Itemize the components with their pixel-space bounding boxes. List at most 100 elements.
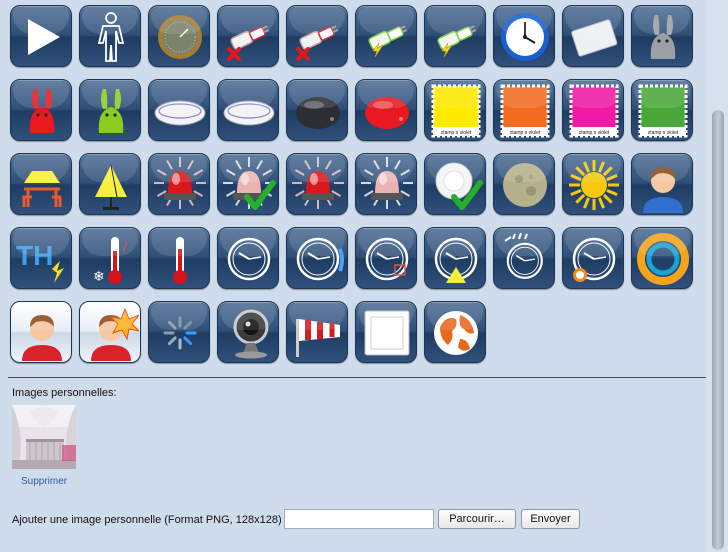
vertical-scrollbar[interactable] <box>706 0 728 552</box>
user-icon <box>643 167 683 213</box>
icon-tile[interactable] <box>148 153 210 215</box>
white-square-icon <box>364 310 410 356</box>
icon-tile[interactable] <box>148 79 210 141</box>
icon-tile[interactable] <box>286 301 348 363</box>
rabbit-green-icon <box>98 89 124 133</box>
windsock-icon <box>296 319 340 357</box>
icon-tile[interactable] <box>355 153 417 215</box>
icon-tile[interactable] <box>286 79 348 141</box>
timer-light-icon <box>434 237 478 283</box>
icon-tile[interactable] <box>424 301 486 363</box>
rabbit-grey-icon <box>650 15 676 59</box>
icon-tile[interactable] <box>286 227 348 289</box>
user-alert-icon <box>91 307 139 361</box>
icon-tile[interactable] <box>493 153 555 215</box>
stamp-yellow-icon: ztamp:s violet <box>431 84 481 138</box>
icon-tile[interactable]: ztamp:s violet <box>424 79 486 141</box>
icon-tile[interactable] <box>424 227 486 289</box>
pebble-black-icon <box>296 97 340 129</box>
icon-tile[interactable] <box>217 79 279 141</box>
icon-tile[interactable] <box>148 301 210 363</box>
thermometer-cold-icon: ❄ <box>93 237 127 285</box>
icon-tile[interactable] <box>631 5 693 67</box>
icon-tile[interactable] <box>355 5 417 67</box>
icon-tile[interactable] <box>79 153 141 215</box>
siren-light-icon <box>361 157 413 209</box>
icon-tile[interactable] <box>148 227 210 289</box>
icon-tile[interactable] <box>79 5 141 67</box>
ring-icon <box>637 233 689 285</box>
icon-tile[interactable]: ztamp:s violet <box>493 79 555 141</box>
play-icon <box>28 19 60 55</box>
wall-switch-icon <box>571 19 618 57</box>
icon-tile[interactable] <box>424 153 486 215</box>
timer-icon <box>227 237 271 281</box>
icon-tile[interactable] <box>562 5 624 67</box>
icon-tile[interactable] <box>631 227 693 289</box>
icon-picker-panel: ztamp:s violet ztamp:s violet ztamp:s vi… <box>0 0 706 552</box>
icon-tile[interactable] <box>493 5 555 67</box>
timer-alarm-icon <box>572 237 616 282</box>
icon-tile[interactable] <box>10 5 72 67</box>
plug-on-2-icon <box>437 25 477 58</box>
icon-tile[interactable] <box>79 301 141 363</box>
icon-tile[interactable] <box>493 227 555 289</box>
icon-tile[interactable] <box>10 79 72 141</box>
icon-tile[interactable] <box>286 5 348 67</box>
loading-spinner-icon <box>163 316 197 350</box>
person-outline-icon <box>97 12 125 62</box>
plug-off-icon <box>227 25 270 61</box>
icon-tile[interactable] <box>10 153 72 215</box>
siren-red-2-icon <box>292 157 344 209</box>
svg-text:ztamp:s violet: ztamp:s violet <box>510 130 541 136</box>
browse-button[interactable]: Parcourir… <box>438 509 516 529</box>
send-button[interactable]: Envoyer <box>521 509 580 529</box>
temperature-humidity-icon: TH <box>16 240 64 283</box>
icon-tile[interactable]: ztamp:s violet <box>631 79 693 141</box>
plug-on-icon <box>368 25 408 58</box>
clock-icon <box>501 13 549 61</box>
custom-image-thumbnail[interactable] <box>12 405 76 469</box>
delete-custom-image-link[interactable]: Supprimer <box>21 476 67 487</box>
icon-tile[interactable] <box>217 227 279 289</box>
svg-text:ztamp:s violet: ztamp:s violet <box>648 130 679 136</box>
thermometer-icon <box>173 237 187 284</box>
moon-icon <box>503 163 547 207</box>
plug-off-2-icon <box>296 25 339 61</box>
svg-text:❄: ❄ <box>93 269 105 285</box>
icon-tile[interactable] <box>286 153 348 215</box>
stamp-orange-icon: ztamp:s violet <box>500 84 550 138</box>
icon-tile[interactable] <box>562 153 624 215</box>
siren-red-icon <box>154 157 206 209</box>
icon-tile[interactable] <box>217 301 279 363</box>
svg-text:ztamp:s violet: ztamp:s violet <box>579 130 610 136</box>
rabbit-red-icon <box>29 89 55 133</box>
sun-icon <box>569 160 619 210</box>
table-lamp-icon <box>22 171 62 207</box>
icon-tile[interactable] <box>355 301 417 363</box>
icon-tile[interactable] <box>10 301 72 363</box>
stamp-green-icon: ztamp:s violet <box>638 84 688 138</box>
icon-tile[interactable] <box>355 79 417 141</box>
user-selected-icon <box>22 315 62 361</box>
globe-icon <box>434 311 478 355</box>
file-path-input[interactable] <box>284 509 434 529</box>
scrollbar-thumb[interactable] <box>712 110 724 550</box>
icon-tile[interactable] <box>562 227 624 289</box>
icon-tile[interactable]: ztamp:s violet <box>562 79 624 141</box>
icon-tile[interactable] <box>217 153 279 215</box>
custom-image-nursery-icon <box>12 405 76 469</box>
icon-tile[interactable]: TH <box>10 227 72 289</box>
icon-tile[interactable] <box>217 5 279 67</box>
timer-box-icon <box>365 237 409 281</box>
icon-tile[interactable] <box>148 5 210 67</box>
icon-tile[interactable]: ❄ <box>79 227 141 289</box>
icon-tile[interactable] <box>355 227 417 289</box>
ceiling-light-2-icon <box>223 100 275 126</box>
icon-tile[interactable] <box>631 153 693 215</box>
custom-images-title: Images personnelles: <box>12 387 117 399</box>
upload-label: Ajouter une image personnelle (Format PN… <box>12 514 282 526</box>
icon-tile[interactable] <box>79 79 141 141</box>
gauge-icon <box>158 15 202 59</box>
icon-tile[interactable] <box>424 5 486 67</box>
